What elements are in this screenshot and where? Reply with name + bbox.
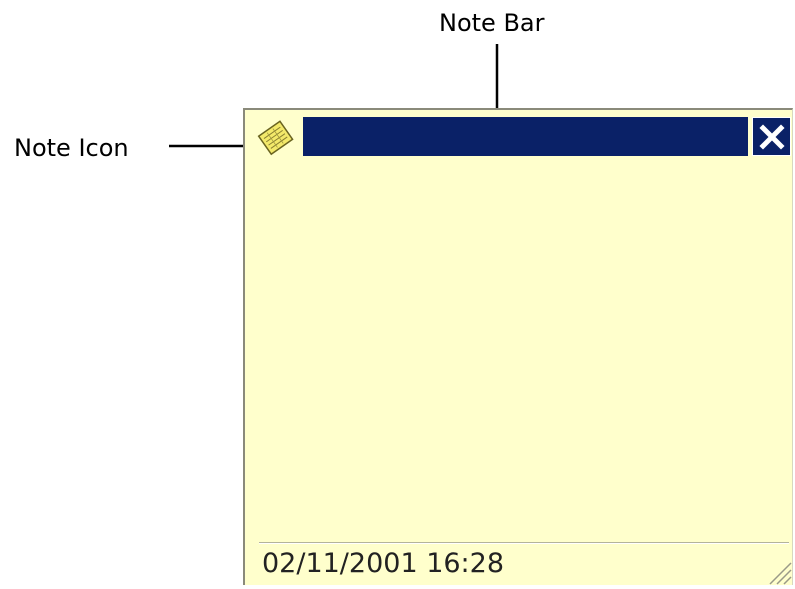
close-icon (758, 123, 785, 150)
note-timestamp: 02/11/2001 16:28 (262, 548, 505, 579)
note-bar-annotation-label: Note Bar (439, 9, 545, 37)
resize-grip-icon[interactable] (764, 557, 792, 585)
note-window[interactable]: 02/11/2001 16:28 (243, 108, 793, 585)
footer-separator (259, 542, 789, 544)
note-icon[interactable] (254, 116, 300, 160)
note-bar[interactable] (303, 117, 748, 156)
close-button[interactable] (752, 117, 791, 156)
note-icon-annotation-label: Note Icon (14, 134, 129, 162)
